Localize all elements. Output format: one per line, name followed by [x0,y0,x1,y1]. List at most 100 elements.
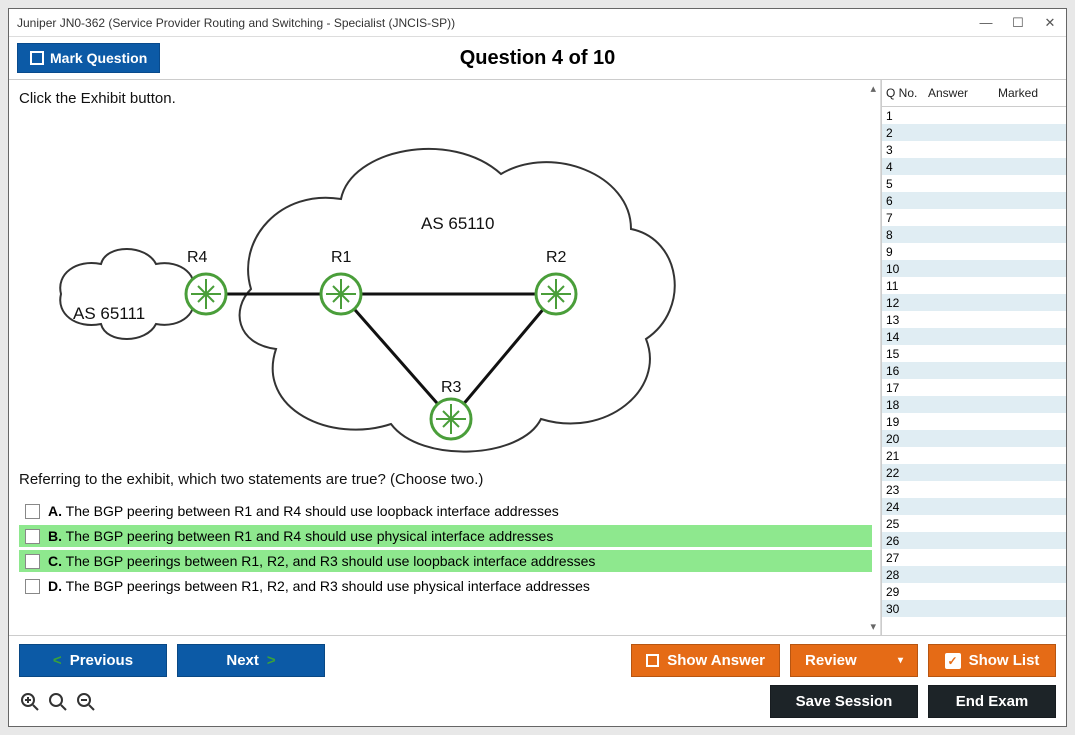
row-number: 19 [886,415,928,429]
question-row[interactable]: 24 [882,498,1066,515]
zoom-reset-icon[interactable] [47,691,69,713]
r3-label: R3 [441,379,461,397]
question-row[interactable]: 18 [882,396,1066,413]
button-row-1: < Previous Next > Show Answer Review ▾ ✓… [19,644,1056,677]
maximize-icon[interactable]: ☐ [1010,15,1026,31]
question-row[interactable]: 6 [882,192,1066,209]
question-row[interactable]: 16 [882,362,1066,379]
question-row[interactable]: 7 [882,209,1066,226]
question-row[interactable]: 27 [882,549,1066,566]
next-label: Next [226,652,259,669]
show-answer-label: Show Answer [667,652,765,669]
row-number: 7 [886,211,928,225]
show-list-button[interactable]: ✓ Show List [928,644,1056,677]
checkbox-icon[interactable] [25,579,40,594]
row-number: 25 [886,517,928,531]
scroll-down-icon[interactable]: ▾ [870,620,876,633]
option-d[interactable]: D. The BGP peerings between R1, R2, and … [19,575,872,597]
question-list-panel: Q No. Answer Marked 12345678910111213141… [881,80,1066,635]
show-answer-button[interactable]: Show Answer [631,644,780,677]
close-icon[interactable]: ✕ [1042,15,1058,31]
router-r3-icon [431,399,471,439]
option-label: B. The BGP peering between R1 and R4 sho… [48,528,553,544]
option-label: C. The BGP peerings between R1, R2, and … [48,553,595,569]
row-number: 23 [886,483,928,497]
question-row[interactable]: 4 [882,158,1066,175]
question-row[interactable]: 2 [882,124,1066,141]
row-number: 26 [886,534,928,548]
option-a[interactable]: A. The BGP peering between R1 and R4 sho… [19,500,872,522]
row-number: 29 [886,585,928,599]
question-row[interactable]: 14 [882,328,1066,345]
question-prompt: Referring to the exhibit, which two stat… [19,471,872,488]
zoom-in-icon[interactable] [19,691,41,713]
r1-label: R1 [331,249,351,267]
review-button[interactable]: Review ▾ [790,644,918,677]
question-row[interactable]: 9 [882,243,1066,260]
zoom-out-icon[interactable] [75,691,97,713]
col-qno: Q No. [886,86,928,100]
question-row[interactable]: 11 [882,277,1066,294]
option-c[interactable]: C. The BGP peerings between R1, R2, and … [19,550,872,572]
router-r1-icon [321,274,361,314]
scroll-up-icon[interactable]: ▴ [870,82,876,95]
question-row[interactable]: 8 [882,226,1066,243]
review-label: Review [805,652,857,669]
row-number: 1 [886,109,928,123]
checkbox-icon[interactable] [25,504,40,519]
question-row[interactable]: 22 [882,464,1066,481]
titlebar-text: Juniper JN0-362 (Service Provider Routin… [17,16,455,30]
question-row[interactable]: 29 [882,583,1066,600]
previous-button[interactable]: < Previous [19,644,167,677]
question-list-header: Q No. Answer Marked [882,80,1066,107]
question-row[interactable]: 17 [882,379,1066,396]
question-row[interactable]: 5 [882,175,1066,192]
as-small-label: AS 65111 [73,304,145,324]
question-row[interactable]: 1 [882,107,1066,124]
question-row[interactable]: 12 [882,294,1066,311]
question-row[interactable]: 28 [882,566,1066,583]
save-session-button[interactable]: Save Session [770,685,918,718]
router-r4-icon [186,274,226,314]
question-row[interactable]: 3 [882,141,1066,158]
button-row-2: Save Session End Exam [19,685,1056,718]
row-number: 12 [886,296,928,310]
row-number: 15 [886,347,928,361]
option-b[interactable]: B. The BGP peering between R1 and R4 sho… [19,525,872,547]
mark-checkbox-icon [30,51,44,65]
question-row[interactable]: 19 [882,413,1066,430]
question-row[interactable]: 10 [882,260,1066,277]
option-label: A. The BGP peering between R1 and R4 sho… [48,503,559,519]
question-panel[interactable]: ▴ Click the Exhibit button. [9,80,881,635]
question-row[interactable]: 20 [882,430,1066,447]
question-list-body[interactable]: 1234567891011121314151617181920212223242… [882,107,1066,635]
show-list-label: Show List [969,652,1040,669]
as-big-label: AS 65110 [421,214,494,234]
question-row[interactable]: 26 [882,532,1066,549]
question-row[interactable]: 30 [882,600,1066,617]
checkbox-icon [646,654,659,667]
end-exam-button[interactable]: End Exam [928,685,1056,718]
question-row[interactable]: 13 [882,311,1066,328]
zoom-controls [19,691,97,713]
footer: < Previous Next > Show Answer Review ▾ ✓… [9,635,1066,726]
checkbox-icon[interactable] [25,529,40,544]
question-row[interactable]: 15 [882,345,1066,362]
question-row[interactable]: 21 [882,447,1066,464]
row-number: 9 [886,245,928,259]
question-row[interactable]: 23 [882,481,1066,498]
col-marked: Marked [998,86,1062,100]
save-session-label: Save Session [796,693,893,710]
mark-question-button[interactable]: Mark Question [17,43,160,73]
row-number: 24 [886,500,928,514]
row-number: 5 [886,177,928,191]
question-row[interactable]: 25 [882,515,1066,532]
row-number: 17 [886,381,928,395]
row-number: 14 [886,330,928,344]
checked-icon: ✓ [945,653,961,669]
mark-button-label: Mark Question [50,50,147,66]
row-number: 16 [886,364,928,378]
checkbox-icon[interactable] [25,554,40,569]
minimize-icon[interactable]: — [978,15,994,31]
next-button[interactable]: Next > [177,644,325,677]
